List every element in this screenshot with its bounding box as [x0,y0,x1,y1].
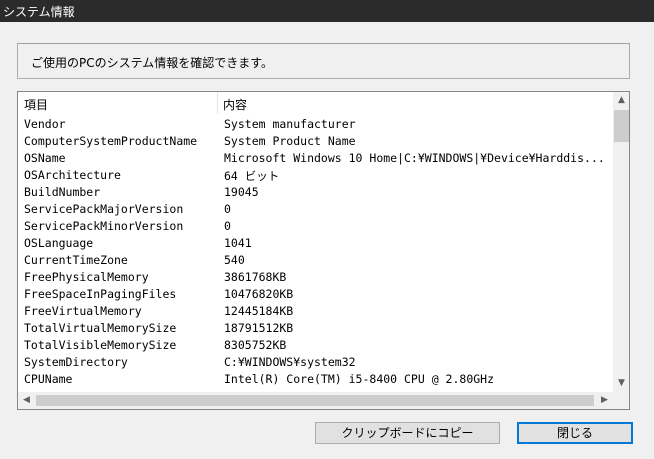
table-row[interactable]: CurrentTimeZone 540 [18,252,612,269]
system-info-list[interactable]: 項目 内容 Vendor System manufacturer ComputerS… [17,91,630,410]
scrollbar-corner [613,392,629,409]
table-row[interactable]: CPUName Intel(R) Core(TM) i5-8400 CPU @ 2… [18,371,612,388]
row-value: 64 ビット [224,169,280,183]
row-value: 540 [224,253,245,267]
intro-panel: ご使用のPCのシステム情報を確認できます。 [17,43,630,79]
column-separator[interactable] [217,92,218,114]
intro-text: ご使用のPCのシステム情報を確認できます。 [31,56,274,70]
row-key: TotalVisibleMemorySize [24,338,177,352]
table-row[interactable]: Vendor System manufacturer [18,116,612,133]
row-value: System manufacturer [224,117,356,131]
window-title: システム情報 [3,5,75,19]
row-key: BuildNumber [24,185,101,199]
table-row[interactable]: TotalVirtualMemorySize 18791512KB [18,320,612,337]
title-bar: システム情報 [0,0,654,22]
row-key: Vendor [24,117,66,131]
list-header: 項目 内容 [18,92,612,114]
row-value: 3861768KB [224,270,287,284]
table-row[interactable]: ComputerSystemProductName System Product … [18,133,612,150]
table-row[interactable]: OSArchitecture 64 ビット [18,167,612,184]
row-value: System Product Name [224,134,356,148]
table-row[interactable]: FreePhysicalMemory 3861768KB [18,269,612,286]
vertical-scrollbar[interactable]: ▲ ▼ [613,92,629,392]
row-value: 12445184KB [224,304,294,318]
row-key: OSLanguage [24,236,94,250]
row-value: 10476820KB [224,287,294,301]
horizontal-scrollbar[interactable]: ◀ ▶ [18,392,613,409]
row-value: Intel(R) Core(TM) i5-8400 CPU @ 2.80GHz [224,372,495,386]
table-row[interactable]: ServicePackMajorVersion 0 [18,201,612,218]
row-key: ServicePackMinorVersion [24,219,184,233]
row-key: SystemDirectory [24,355,128,369]
row-key: CPUName [24,372,73,386]
row-key: ServicePackMajorVersion [24,202,184,216]
column-header-value[interactable]: 内容 [223,96,247,113]
row-key: ComputerSystemProductName [24,134,198,148]
row-key: FreeVirtualMemory [24,304,142,318]
table-row[interactable]: SystemDirectory C:¥WINDOWS¥system32 [18,354,612,371]
scroll-left-arrow-icon[interactable]: ◀ [18,392,35,409]
row-key: FreeSpaceInPagingFiles [24,287,177,301]
horizontal-scroll-thumb[interactable] [36,395,594,406]
row-key: FreePhysicalMemory [24,270,149,284]
table-row[interactable]: ServicePackMinorVersion 0 [18,218,612,235]
table-row[interactable]: OSName Microsoft Windows 10 Home|C:¥WINDO… [18,150,612,167]
column-header-key[interactable]: 項目 [24,96,48,113]
row-value: 8305752KB [224,338,287,352]
row-value: 0 [224,219,231,233]
row-value: C:¥WINDOWS¥system32 [224,355,356,369]
scroll-up-arrow-icon[interactable]: ▲ [613,92,629,109]
table-row[interactable]: FreeSpaceInPagingFiles 10476820KB [18,286,612,303]
table-row[interactable]: OSLanguage 1041 [18,235,612,252]
row-value: Microsoft Windows 10 Home|C:¥WINDOWS|¥De… [224,151,605,165]
row-key: OSArchitecture [24,168,121,182]
table-row[interactable]: BuildNumber 19045 [18,184,612,201]
row-value: 19045 [224,185,259,199]
row-value: 18791512KB [224,321,294,335]
close-button[interactable]: 閉じる [517,422,633,444]
scroll-down-arrow-icon[interactable]: ▼ [613,375,629,392]
row-key: TotalVirtualMemorySize [24,321,177,335]
row-value: 1041 [224,236,252,250]
scroll-right-arrow-icon[interactable]: ▶ [596,392,613,409]
row-value: 0 [224,202,231,216]
copy-to-clipboard-button[interactable]: クリップボードにコピー [315,422,500,444]
list-rows: Vendor System manufacturer ComputerSystemP… [18,116,612,394]
row-key: OSName [24,151,66,165]
table-row[interactable]: FreeVirtualMemory 12445184KB [18,303,612,320]
table-row[interactable]: TotalVisibleMemorySize 8305752KB [18,337,612,354]
row-key: CurrentTimeZone [24,253,128,267]
vertical-scroll-thumb[interactable] [614,110,629,142]
